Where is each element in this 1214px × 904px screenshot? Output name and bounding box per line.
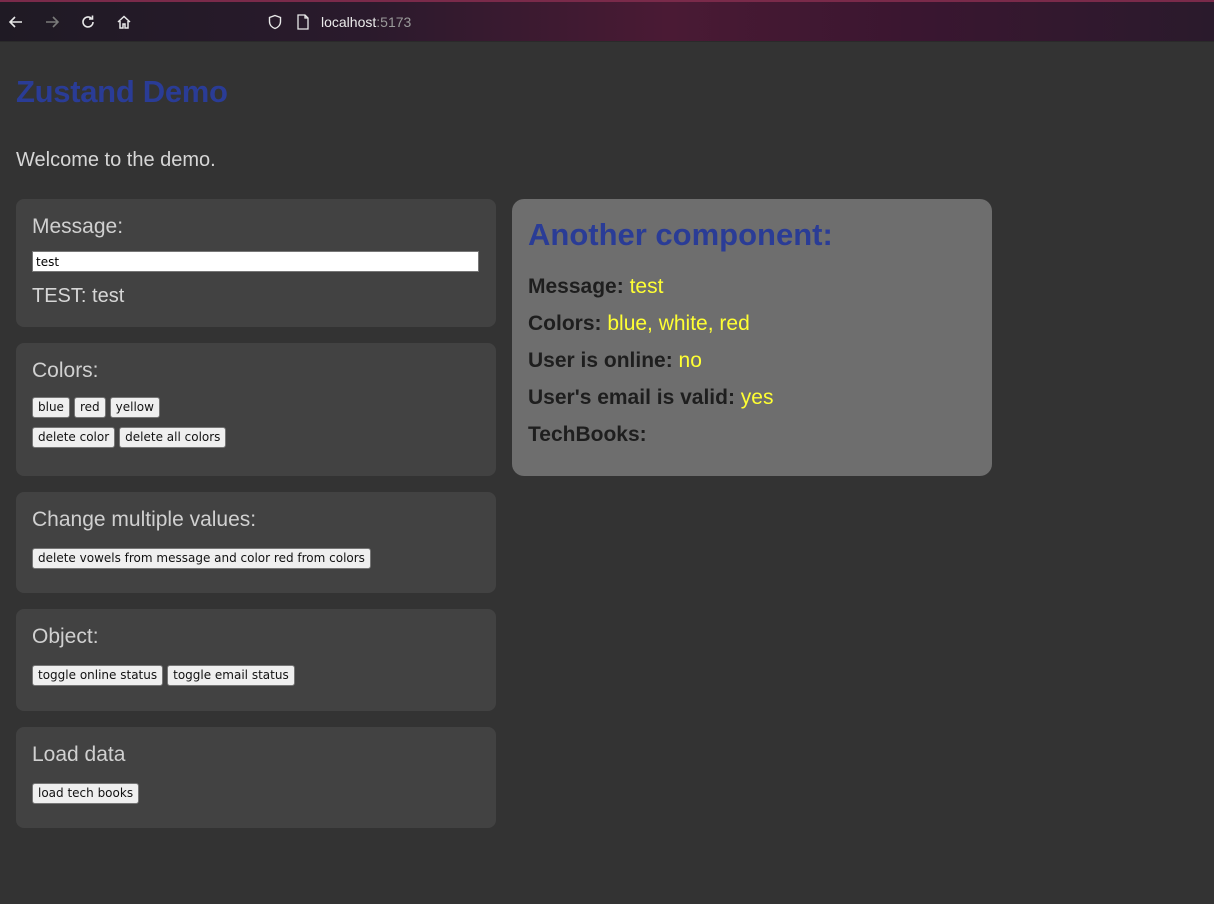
test-prefix: TEST: — [32, 285, 87, 307]
delete-vowels-button[interactable]: delete vowels from message and color red… — [32, 548, 371, 569]
delete-color-button[interactable]: delete color — [32, 427, 116, 448]
red-button[interactable]: red — [73, 397, 106, 418]
browser-toolbar: localhost:5173 — [0, 0, 1214, 42]
welcome-text: Welcome to the demo. — [16, 149, 216, 171]
another-component-panel: Another component: Message: test Colors:… — [512, 199, 992, 476]
load-data-card: Load data load tech books — [16, 727, 496, 828]
message-label: Message: — [528, 275, 624, 298]
back-arrow-icon[interactable] — [6, 12, 26, 32]
page-icon — [293, 12, 313, 32]
techbooks-label: TechBooks: — [528, 423, 647, 446]
url-bar[interactable]: localhost:5173 — [321, 14, 411, 30]
multi-values-heading: Change multiple values: — [32, 508, 257, 531]
load-tech-books-button[interactable]: load tech books — [32, 783, 140, 804]
colors-heading: Colors: — [32, 359, 99, 382]
multi-values-card: Change multiple values: delete vowels fr… — [16, 492, 496, 593]
page-title: Zustand Demo — [16, 74, 228, 109]
message-input[interactable] — [32, 251, 479, 272]
home-icon[interactable] — [114, 12, 134, 32]
reload-icon[interactable] — [78, 12, 98, 32]
toggle-online-button[interactable]: toggle online status — [32, 665, 164, 686]
email-label: User's email is valid: — [528, 386, 735, 409]
blue-button[interactable]: blue — [32, 397, 70, 418]
test-value: test — [92, 285, 125, 307]
forward-arrow-icon[interactable] — [42, 12, 62, 32]
message-value: test — [629, 275, 664, 298]
load-data-heading: Load data — [32, 743, 126, 766]
shield-icon[interactable] — [265, 12, 285, 32]
email-row: User's email is valid: yes — [528, 382, 976, 419]
message-row: Message: test — [528, 271, 976, 308]
online-row: User is online: no — [528, 345, 976, 382]
colors-value: blue, white, red — [607, 312, 750, 335]
message-heading: Message: — [32, 215, 124, 238]
url-host: localhost — [321, 14, 377, 30]
delete-all-colors-button[interactable]: delete all colors — [119, 427, 227, 448]
colors-card: Colors: blue red yellow delete color del… — [16, 343, 496, 476]
object-card: Object: toggle online status toggle emai… — [16, 609, 496, 711]
message-card: Message: TEST: test — [16, 199, 496, 327]
colors-row: Colors: blue, white, red — [528, 308, 976, 345]
test-output: TEST: test — [32, 285, 480, 308]
toggle-email-button[interactable]: toggle email status — [167, 665, 295, 686]
colors-label: Colors: — [528, 312, 602, 335]
online-value: no — [678, 349, 702, 372]
techbooks-row: TechBooks: — [528, 419, 976, 456]
object-heading: Object: — [32, 625, 99, 648]
yellow-button[interactable]: yellow — [109, 397, 160, 418]
online-label: User is online: — [528, 349, 673, 372]
url-port: :5173 — [376, 14, 412, 30]
another-component-heading: Another component: — [528, 217, 833, 252]
email-value: yes — [740, 386, 774, 409]
